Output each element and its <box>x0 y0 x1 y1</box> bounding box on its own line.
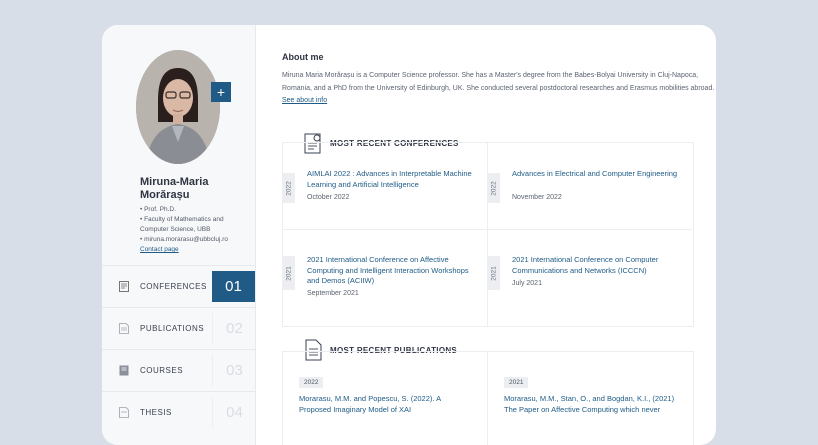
sidebar-item-label: PUBLICATIONS <box>140 324 205 333</box>
publication-year: 2021 <box>504 377 529 388</box>
profile-email: • miruna.morarasu@ubbcluj.ro <box>140 236 228 243</box>
year-tab: 2021 <box>283 256 295 290</box>
sidebar-item-publications[interactable]: PUBLICATIONS 02 <box>102 307 255 349</box>
conference-icon <box>119 281 129 292</box>
about-info-link[interactable]: See about info <box>282 97 327 104</box>
sidebar-item-number: 01 <box>212 271 255 302</box>
sidebar-nav: CONFERENCES 01 PUBLICATIONS 02 COURSES 0… <box>102 265 255 433</box>
sidebar-item-label: THESIS <box>140 408 172 417</box>
publication-card[interactable]: 2021 Morarasu, M.M., Stan, O., and Bogda… <box>488 352 692 445</box>
publication-card[interactable]: 2022 Morarasu, M.M. and Popescu, S. (202… <box>283 352 488 445</box>
profile-name: Miruna-Maria Morărașu <box>140 176 209 201</box>
conference-card[interactable]: 2022 Advances in Electrical and Computer… <box>488 143 692 230</box>
publication-year: 2022 <box>299 377 324 388</box>
publication-title[interactable]: Morarasu, M.M. and Popescu, S. (2022). A… <box>299 394 474 415</box>
sidebar-item-courses[interactable]: COURSES 03 <box>102 349 255 391</box>
about-heading: About me <box>282 52 324 62</box>
conference-date: October 2022 <box>307 194 350 201</box>
add-button[interactable]: + <box>211 82 231 102</box>
main-content: About me Miruna Maria Morărașu is a Comp… <box>256 25 716 445</box>
conferences-grid: 2022 AIMLAI 2022 : Advances in Interpret… <box>282 142 694 327</box>
avatar <box>136 50 220 164</box>
year-tab: 2021 <box>488 256 500 290</box>
sidebar-item-label: CONFERENCES <box>140 282 207 291</box>
sidebar-item-conferences[interactable]: CONFERENCES 01 <box>102 265 255 307</box>
profile-faculty: • Faculty of Mathematics and Computer Sc… <box>140 216 224 233</box>
document-icon <box>119 323 129 334</box>
about-paragraph: Miruna Maria Morărașu is a Computer Scie… <box>282 72 715 92</box>
conference-title[interactable]: 2021 International Conference on Compute… <box>512 255 682 276</box>
sidebar: + Miruna-Maria Morărașu • Prof. Ph.D. • … <box>102 25 256 445</box>
conference-date: September 2021 <box>307 290 359 297</box>
year-tab: 2022 <box>283 173 295 203</box>
sidebar-item-number: 03 <box>212 355 256 386</box>
conference-title[interactable]: Advances in Electrical and Computer Engi… <box>512 169 682 180</box>
profile-details: • Prof. Ph.D. • Faculty of Mathematics a… <box>140 205 252 255</box>
publication-title[interactable]: Morarasu, M.M., Stan, O., and Bogdan, K.… <box>504 394 679 415</box>
sidebar-item-thesis[interactable]: THESIS 04 <box>102 391 255 433</box>
conference-date: July 2021 <box>512 280 542 287</box>
sidebar-item-number: 04 <box>212 397 256 428</box>
conference-title[interactable]: AIMLAI 2022 : Advances in Interpretable … <box>307 169 477 190</box>
conference-card[interactable]: 2021 2021 International Conference on Co… <box>488 230 692 326</box>
profile-title: • Prof. Ph.D. <box>140 206 176 213</box>
book-icon <box>119 365 129 376</box>
document-icon <box>119 407 129 418</box>
conference-card[interactable]: 2021 2021 International Conference on Af… <box>283 230 488 326</box>
publications-grid: 2022 Morarasu, M.M. and Popescu, S. (202… <box>282 351 694 445</box>
sidebar-item-number: 02 <box>212 313 256 344</box>
contact-page-link[interactable]: Contact page <box>140 245 252 255</box>
conference-date: November 2022 <box>512 194 562 201</box>
profile-card: + Miruna-Maria Morărașu • Prof. Ph.D. • … <box>102 25 716 445</box>
avatar-photo <box>136 50 220 164</box>
sidebar-item-label: COURSES <box>140 366 184 375</box>
year-tab: 2022 <box>488 173 500 203</box>
conference-card[interactable]: 2022 AIMLAI 2022 : Advances in Interpret… <box>283 143 488 230</box>
about-text: Miruna Maria Morărașu is a Computer Scie… <box>282 70 716 108</box>
conference-title[interactable]: 2021 International Conference on Affecti… <box>307 255 477 287</box>
